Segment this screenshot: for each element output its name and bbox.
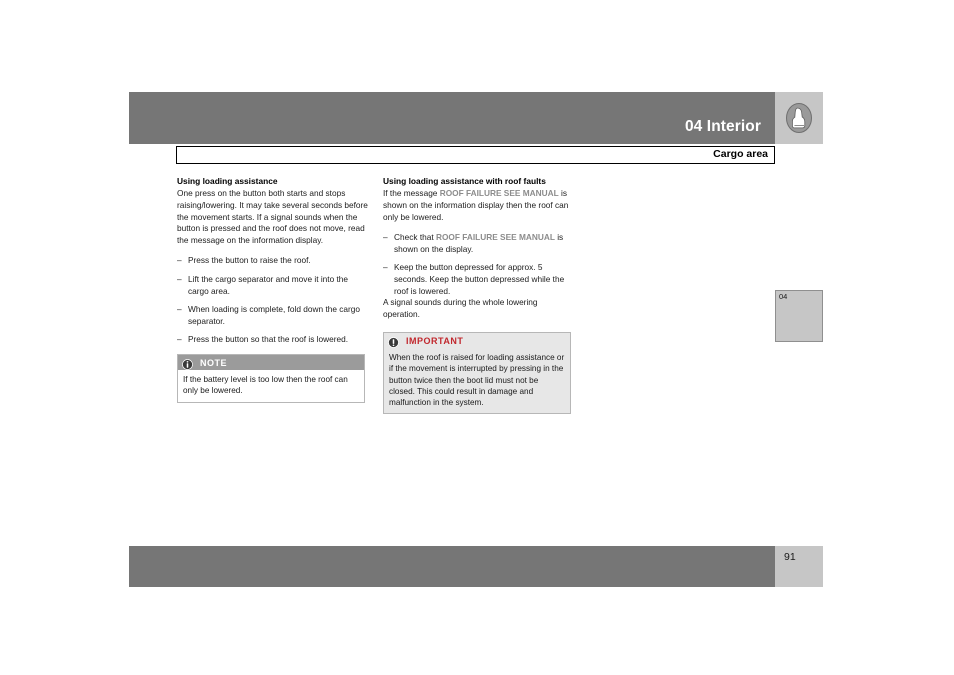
dash-marker: – [383, 232, 388, 243]
left-column: Using loading assistance One press on th… [177, 176, 369, 346]
chapter-icon-box [775, 92, 823, 144]
note-callout-header: NOTE [178, 355, 364, 370]
list-item: – Keep the button depressed for approx. 5… [383, 262, 575, 297]
important-callout-title: IMPORTANT [406, 335, 464, 346]
list-item-text: Lift the cargo separator and move it int… [188, 273, 349, 296]
page-header-bar: 04 Interior [129, 92, 775, 144]
list-item-text: Press the button to raise the roof. [188, 255, 311, 266]
dash-marker: – [177, 255, 182, 266]
dash-marker: – [383, 262, 388, 273]
left-column-intro: One press on the button both starts and … [177, 188, 368, 245]
right-column-steps: – Check that ROOF FAILURE SEE MANUAL is s… [383, 232, 575, 297]
list-item-text: Press the button so that the roof is low… [188, 334, 349, 345]
page-footer-bar [129, 546, 775, 587]
dash-marker: – [177, 334, 182, 345]
important-callout-header: IMPORTANT [384, 333, 570, 348]
page-number-box: 91 [775, 546, 823, 587]
page-header-title: 04 Interior [684, 118, 761, 135]
list-item: – Press the button to raise the roof. [177, 255, 369, 267]
chapter-tab-label: 04 [779, 292, 788, 301]
note-callout: NOTE If the battery level is too low the… [177, 354, 365, 403]
right-column-intro: If the message ROOF FAILURE SEE MANUAL i… [383, 188, 575, 223]
list-item: – Lift the cargo separator and move it in… [177, 274, 369, 297]
display-message-text: ROOF FAILURE SEE MANUAL [435, 232, 555, 243]
right-column: Using loading assistance with roof fault… [383, 176, 575, 320]
section-title-bar: Cargo area [176, 146, 775, 164]
list-item: – When loading is complete, fold down the… [177, 304, 369, 327]
important-callout: IMPORTANT When the roof is raised for lo… [383, 332, 571, 415]
intro-text-before: If the message [383, 188, 440, 199]
list-item: – Check that ROOF FAILURE SEE MANUAL is s… [383, 232, 575, 255]
chapter-thumb-tab: 04 [775, 290, 823, 342]
left-column-steps: – Press the button to raise the roof. – Li… [177, 255, 369, 346]
right-column-closing: A signal sounds during the whole lowerin… [383, 297, 538, 319]
display-message-text: ROOF FAILURE SEE MANUAL [439, 188, 559, 199]
left-column-heading: Using loading assistance [177, 176, 278, 186]
important-callout-body: When the roof is raised for loading assi… [389, 353, 565, 408]
note-callout-body: If the battery level is too low then the… [183, 375, 348, 396]
info-icon [182, 357, 193, 370]
list-item-text: When loading is complete, fold down the … [188, 304, 361, 326]
warning-exclamation-icon [388, 335, 399, 348]
page-number: 91 [784, 551, 796, 563]
list-item-text-before: Check that [394, 232, 436, 243]
section-title-text: Cargo area [713, 148, 768, 160]
right-column-heading: Using loading assistance with roof fault… [383, 176, 546, 186]
dash-marker: – [177, 304, 182, 315]
note-callout-title: NOTE [200, 357, 228, 368]
list-item: – Press the button so that the roof is lo… [177, 334, 369, 346]
list-item-text: Keep the button depressed for approx. 5 … [394, 262, 565, 296]
dash-marker: – [177, 273, 182, 284]
